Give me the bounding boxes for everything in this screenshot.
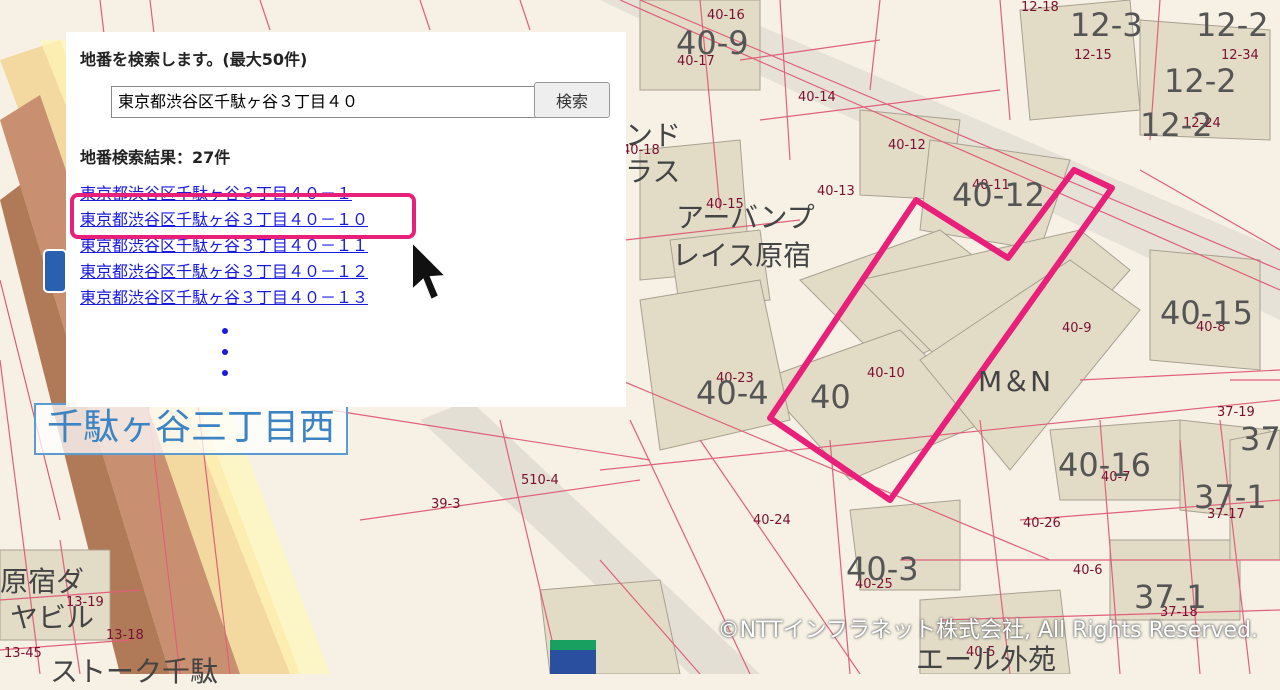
parcel-number: 40-16 xyxy=(1058,446,1151,484)
building-label: エール外苑 xyxy=(916,643,1057,676)
parcel-label: 40-26 xyxy=(1023,516,1061,531)
parcel-label: 37-19 xyxy=(1217,405,1255,420)
selected-result-highlight xyxy=(70,193,416,239)
building-label: ストーク千駄 xyxy=(50,655,219,688)
parcel-label: 13-45 xyxy=(4,646,42,661)
parcel-number: 40-12 xyxy=(952,176,1045,214)
building-label: M＆N xyxy=(978,365,1052,398)
search-button[interactable]: 検索 xyxy=(534,82,610,118)
copyright-text: ©NTTインフラネット株式会社, All Rights Reserved. xyxy=(717,618,1258,643)
building-label: 原宿ダ xyxy=(0,565,85,598)
parcel-label: 39-3 xyxy=(431,497,461,512)
map-marker-icon xyxy=(43,249,67,293)
parcel-number: 12-2 xyxy=(1164,62,1237,100)
parcel-number: 40-4 xyxy=(696,374,769,412)
result-item: 東京都渋谷区千駄ヶ谷３丁目４０－１３ xyxy=(80,286,368,312)
building-label: ヤビル xyxy=(10,601,95,634)
parcel-number: 37-1 xyxy=(1134,578,1207,616)
more-results-ellipsis xyxy=(222,328,230,391)
parcel-label: 40-6 xyxy=(1073,563,1103,578)
parcel-label: 40-16 xyxy=(707,8,745,23)
parcel-number: 12-3 xyxy=(1070,6,1143,44)
building-label: ラス xyxy=(625,155,681,188)
result-link[interactable]: 東京都渋谷区千駄ヶ谷３丁目４０－１３ xyxy=(80,288,368,307)
parcel-label: 40-10 xyxy=(867,366,905,381)
parcel-number: 40-15 xyxy=(1160,294,1253,332)
parcel-label: 510-4 xyxy=(521,473,559,488)
parcel-label: 40-14 xyxy=(798,90,836,105)
parcel-label: 12-18 xyxy=(1021,0,1059,15)
parcel-label: 13-18 xyxy=(106,628,144,643)
building-label: アーバンプ xyxy=(676,201,815,234)
parcel-label: 40-9 xyxy=(1062,321,1092,336)
result-link[interactable]: 東京都渋谷区千駄ヶ谷３丁目４０－１２ xyxy=(80,262,368,281)
parcel-number: 12-2 xyxy=(1140,106,1213,144)
panel-title: 地番を検索します。(最大50件) xyxy=(80,50,308,69)
mouse-cursor-icon xyxy=(411,240,449,302)
result-item: 東京都渋谷区千駄ヶ谷３丁目４０－１２ xyxy=(80,260,368,286)
building-label: レイス原宿 xyxy=(672,239,812,272)
search-input[interactable]: 東京都渋谷区千駄ヶ谷３丁目４０ xyxy=(111,86,539,118)
parcel-number: 37-1 xyxy=(1194,478,1267,516)
parcel-label: 40-12 xyxy=(888,138,926,153)
parcel-number: 12-2 xyxy=(1196,6,1269,44)
station-label: 千駄ヶ谷三丁目西 xyxy=(34,403,348,455)
parcel-number: 37 xyxy=(1240,420,1280,458)
parcel-number: 40-3 xyxy=(846,550,919,588)
parcel-number: 40 xyxy=(810,378,851,416)
parcel-label: 12-15 xyxy=(1074,48,1112,63)
building-label: ンド xyxy=(625,119,682,152)
parcel-label: 40-24 xyxy=(753,513,791,528)
parcel-label: 12-34 xyxy=(1221,48,1259,63)
result-count: 地番検索結果：27件 xyxy=(80,148,231,167)
parcel-label: 40-13 xyxy=(817,184,855,199)
station-icon xyxy=(550,640,596,674)
parcel-number: 40-9 xyxy=(676,24,749,62)
